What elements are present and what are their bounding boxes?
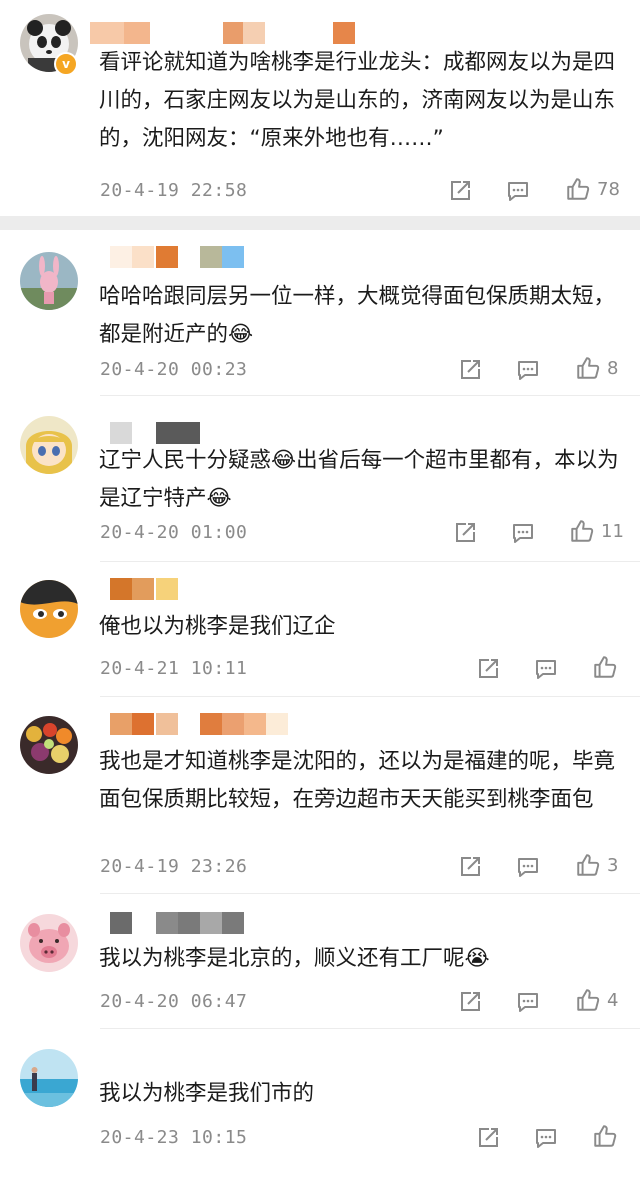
comment-item: 我也是才知道桃李是沈阳的，还以为是福建的呢，毕竟面包保质期比较短，在旁边超市天天… (0, 697, 640, 893)
comment-icon (536, 660, 556, 679)
avatar[interactable] (20, 914, 78, 972)
comment-text: 我以为桃李是我们市的 (99, 1081, 315, 1106)
thumbs-up-icon (577, 357, 600, 379)
comment-icon (518, 858, 538, 877)
thumbs-up-icon (567, 178, 590, 200)
like-count: 78 (597, 178, 620, 200)
avatar[interactable] (20, 716, 78, 774)
comment-text: 看评论就知道为啥桃李是行业龙头：成都网友以为是四川的，石家庄网友以为是山东的，济… (99, 50, 616, 151)
share-icon (451, 181, 470, 200)
comment-text: 我也是才知道桃李是沈阳的，还以为是福建的呢，毕竟面包保质期比较短，在旁边超市天天… (99, 749, 616, 812)
share-button[interactable] (448, 178, 472, 204)
verified-badge-icon: v (54, 52, 78, 76)
avatar[interactable] (20, 1049, 78, 1107)
thumbs-up-icon (577, 854, 600, 876)
share-icon (461, 992, 480, 1011)
comment-time: 20-4-20 06:47 (100, 991, 248, 1012)
comment-icon (518, 993, 538, 1012)
comment-time: 20-4-20 01:00 (100, 522, 248, 543)
like-count: 3 (607, 854, 619, 876)
comment-item: 俺也以为桃李是我们辽企 20-4-21 10:11 (0, 562, 640, 696)
share-button[interactable] (476, 1125, 500, 1151)
comment-button[interactable] (516, 854, 540, 880)
comment-button[interactable] (516, 989, 540, 1015)
like-button[interactable]: 78 (565, 176, 620, 202)
share-icon (461, 857, 480, 876)
comment-button[interactable] (511, 520, 535, 546)
avatar[interactable] (20, 252, 78, 310)
comment-icon (513, 524, 533, 543)
comment-text: 俺也以为桃李是我们辽企 (99, 614, 336, 639)
comment-icon (518, 361, 538, 380)
avatar[interactable] (20, 580, 78, 638)
comment-time: 20-4-19 22:58 (100, 180, 248, 201)
comment-item: 我以为桃李是我们市的 20-4-23 10:15 (0, 1029, 640, 1179)
comment-text: 辽宁人民十分疑惑😂出省后每一个超市里都有，本以为是辽宁特产😂 (99, 448, 619, 511)
comment-text: 哈哈哈跟同层另一位一样，大概觉得面包保质期太短，都是附近产的😂 (99, 284, 616, 347)
comment-item: v 看评论就知道为啥桃李是行业龙头：成都网友以为是四川的，石家庄网友以为是山东的… (0, 0, 640, 216)
thumbs-up-icon (594, 656, 617, 678)
comment-icon (536, 1129, 556, 1148)
like-button[interactable]: 4 (575, 987, 618, 1013)
thumbs-up-icon (577, 989, 600, 1011)
comment-time: 20-4-23 10:15 (100, 1127, 248, 1148)
comment-time: 20-4-20 00:23 (100, 359, 248, 380)
like-button[interactable] (592, 1123, 618, 1149)
comment-button[interactable] (516, 357, 540, 383)
share-button[interactable] (453, 520, 477, 546)
comment-item: 辽宁人民十分疑惑😂出省后每一个超市里都有，本以为是辽宁特产😂 20-4-20 0… (0, 396, 640, 561)
comment-button[interactable] (506, 178, 530, 204)
share-icon (479, 659, 498, 678)
comment-text: 我以为桃李是北京的，顺义还有工厂呢😭 (99, 946, 490, 971)
comment-time: 20-4-21 10:11 (100, 658, 248, 679)
like-count: 4 (607, 989, 619, 1011)
comment-item: 我以为桃李是北京的，顺义还有工厂呢😭 20-4-20 06:47 4 (0, 894, 640, 1028)
share-button[interactable] (458, 854, 482, 880)
comment-icon (508, 182, 528, 201)
share-icon (456, 523, 475, 542)
section-divider (0, 216, 640, 230)
like-button[interactable]: 3 (575, 852, 618, 878)
comment-button[interactable] (534, 1125, 558, 1151)
like-count: 8 (607, 357, 619, 379)
like-button[interactable]: 11 (569, 518, 624, 544)
share-icon (461, 360, 480, 379)
avatar[interactable] (20, 416, 78, 474)
share-button[interactable] (458, 989, 482, 1015)
like-button[interactable] (592, 654, 618, 680)
like-button[interactable]: 8 (575, 355, 618, 381)
comment-item: 哈哈哈跟同层另一位一样，大概觉得面包保质期太短，都是附近产的😂 20-4-20 … (0, 230, 640, 395)
comment-button[interactable] (534, 656, 558, 682)
share-button[interactable] (476, 656, 500, 682)
thumbs-up-icon (571, 520, 594, 542)
comment-time: 20-4-19 23:26 (100, 856, 248, 877)
like-count: 11 (601, 520, 624, 542)
share-icon (479, 1128, 498, 1147)
thumbs-up-icon (594, 1125, 617, 1147)
share-button[interactable] (458, 357, 482, 383)
